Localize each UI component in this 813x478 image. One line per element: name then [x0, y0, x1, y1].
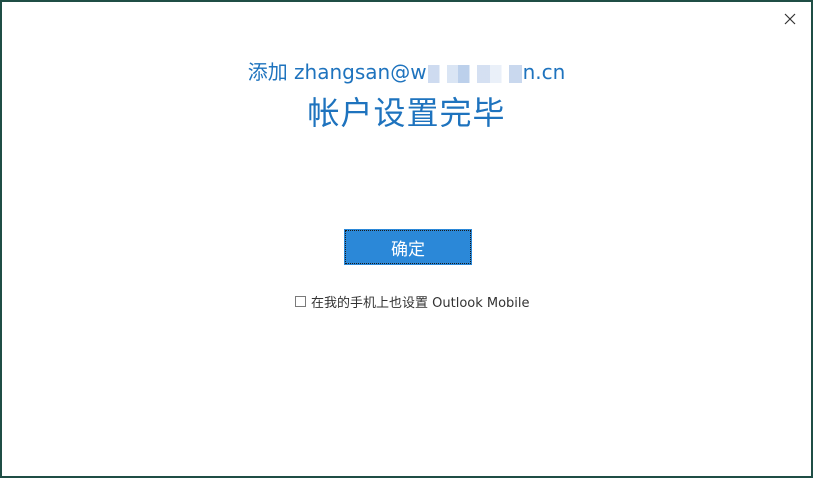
close-button[interactable] — [779, 8, 801, 30]
mobile-setup-option[interactable]: 在我的手机上也设置 Outlook Mobile — [295, 292, 530, 311]
heading: 添加 zhangsan@w n.cn 帐户设置完毕 — [2, 56, 811, 134]
ok-button[interactable]: 确定 — [344, 229, 472, 265]
mobile-setup-label: 在我的手机上也设置 Outlook Mobile — [311, 296, 530, 311]
page-title: 帐户设置完毕 — [307, 94, 506, 132]
mobile-setup-checkbox[interactable] — [295, 296, 306, 307]
dialog-window: 添加 zhangsan@w n.cn 帐户设置完毕 确定 在我的手机上也设置 Ou… — [0, 0, 813, 478]
account-email-line: 添加 zhangsan@w n.cn — [2, 56, 811, 88]
close-icon — [784, 13, 796, 25]
redacted-email-part — [427, 64, 522, 83]
email-prefix: 添加 zhangsan@w — [247, 60, 427, 84]
email-suffix: n.cn — [522, 60, 566, 84]
